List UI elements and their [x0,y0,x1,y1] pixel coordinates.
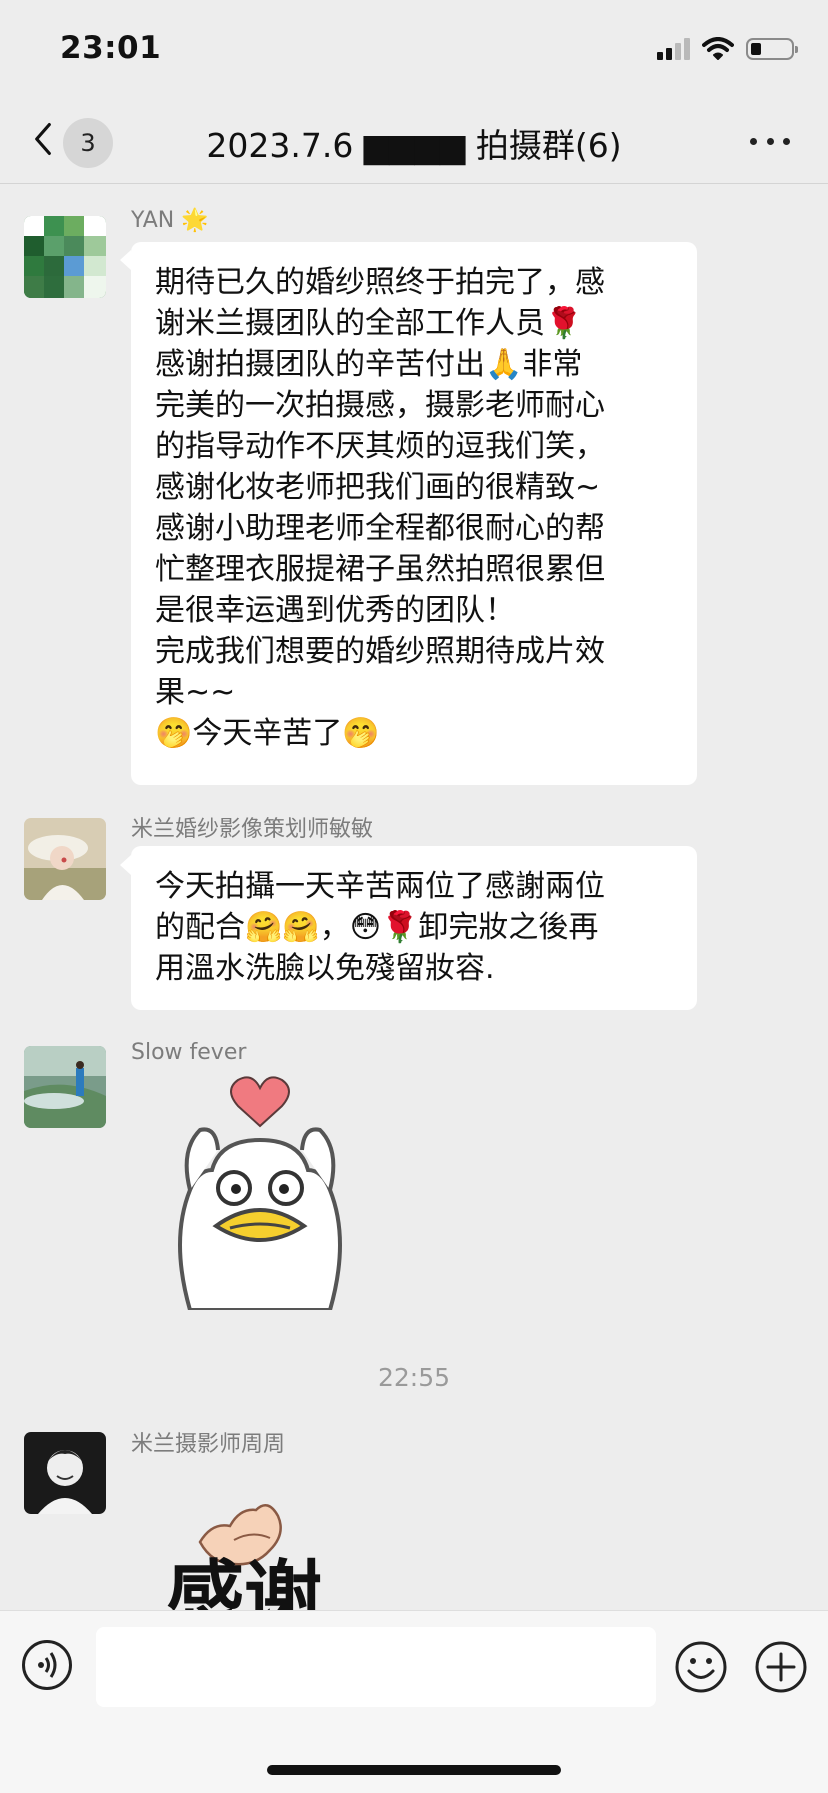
nav-divider [0,183,828,184]
message-line: 🤭今天辛苦了🤭 [155,716,380,751]
avatar[interactable] [24,216,106,298]
wifi-icon [702,37,734,60]
sticker-text: 感谢 [166,1553,322,1610]
message-line: 的配合🤗🤗，😳🌹卸完妝之後再 [155,910,599,945]
person-avatar-image [24,1432,106,1514]
message-line: 是很幸运遇到优秀的团队！ [155,593,515,628]
sender-name: 米兰摄影师周周 [131,1432,286,1457]
message-line: 期待已久的婚纱照终于拍完了，感 [155,265,605,300]
message-line: 今天拍攝一天辛苦兩位了感謝兩位 [155,869,605,904]
chat-title: 2023.7.6 ▆▆▆▆ 拍摄群(6) [206,126,622,165]
portrait-avatar-image [24,818,106,900]
message-line: 感谢拍摄团队的辛苦付出🙏非常 [155,347,583,382]
outdoor-avatar-image [24,1046,106,1128]
home-indicator [267,1765,561,1775]
message-line: 果~~ [155,675,236,710]
cellular-signal-icon [657,38,690,60]
message-input[interactable] [96,1627,656,1707]
bubble-tail [120,855,131,875]
emoji-icon[interactable] [674,1640,728,1694]
more-icon[interactable] [750,135,790,147]
message-line: 忙整理衣服提裙子虽然拍照很累但 [155,552,605,587]
message-line: 用溫水洗臉以免殘留妝容. [155,951,495,986]
avatar[interactable] [24,818,106,900]
message-bubble[interactable]: 期待已久的婚纱照终于拍完了，感 谢米兰摄团队的全部工作人员🌹 感谢拍摄团队的辛苦… [131,242,697,785]
sender-name: Slow fever [131,1040,247,1065]
voice-icon [38,1652,57,1678]
bubble-tail [120,250,131,270]
message-line: 完美的一次拍摄感，摄影老师耐心 [155,388,605,423]
back-icon[interactable] [28,121,58,157]
duck-heart-sticker[interactable] [160,1070,360,1310]
thanks-sticker[interactable]: 感谢 [160,1478,360,1610]
sender-name: 米兰婚纱影像策划师敏敏 [131,817,374,842]
message-line: 感谢小助理老师全程都很耐心的帮 [155,511,605,546]
timestamp: 22:55 [377,1363,451,1392]
voice-button[interactable] [22,1640,72,1690]
message-line: 完成我们想要的婚纱照期待成片效 [155,634,605,669]
unread-count-badge[interactable]: 3 [63,118,113,168]
status-time: 23:01 [60,30,162,66]
message-line: 谢米兰摄团队的全部工作人员🌹 [155,306,583,341]
avatar[interactable] [24,1432,106,1514]
message-line: 感谢化妆老师把我们画的很精致~ [155,470,601,505]
pixelated-avatar-image [24,216,106,298]
sender-name: YAN 🌟 [131,208,209,233]
message-line: 的指导动作不厌其烦的逗我们笑， [155,429,605,464]
avatar[interactable] [24,1046,106,1128]
plus-icon[interactable] [754,1640,808,1694]
status-icons [657,34,798,64]
battery-icon [746,38,798,60]
message-bubble[interactable]: 今天拍攝一天辛苦兩位了感謝兩位 的配合🤗🤗，😳🌹卸完妝之後再 用溫水洗臉以免殘留… [131,846,697,1010]
